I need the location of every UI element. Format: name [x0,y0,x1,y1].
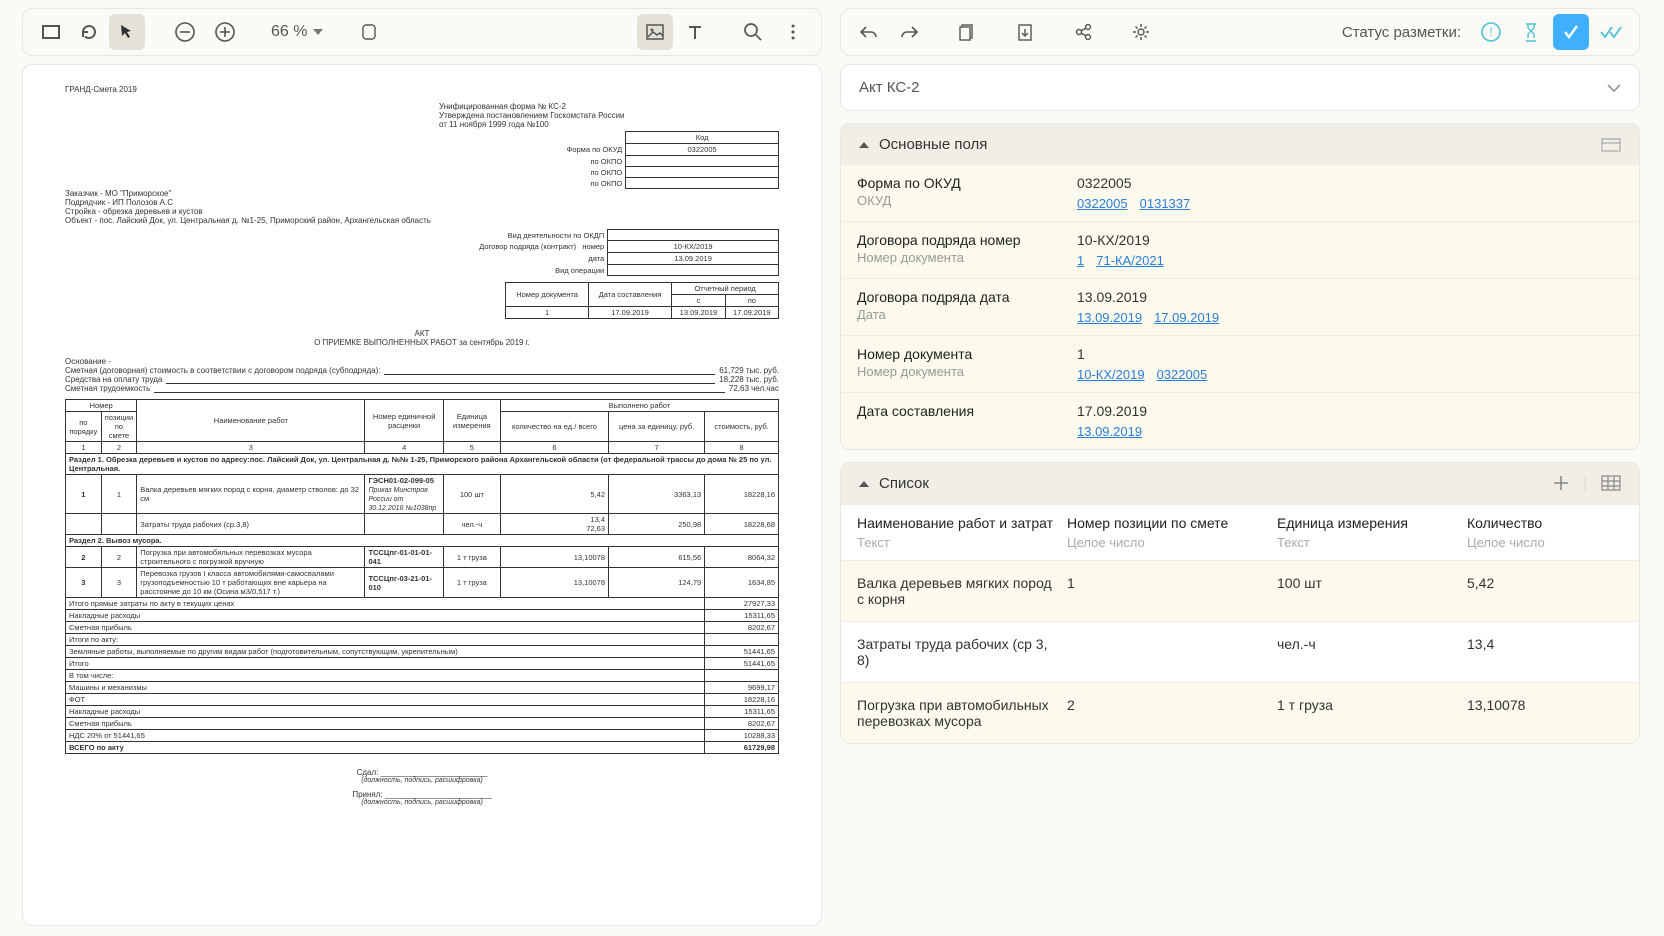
collapse-icon [859,142,869,148]
svg-text:!: ! [1489,25,1492,39]
field-alt-link[interactable]: 10-КХ/2019 [1077,367,1145,382]
field-alt-link[interactable]: 1 [1077,253,1084,268]
layout-icon[interactable] [1601,138,1621,152]
fit-tool[interactable] [351,14,387,50]
field-label: Договора подряда дата [857,289,1045,305]
panel-title: Акт КС-2 [859,79,920,96]
settings-icon[interactable] [1123,14,1159,50]
share-icon[interactable] [1065,14,1101,50]
field-sublabel: Дата [857,307,1045,322]
right-toolbar: Статус разметки: ! [840,8,1640,56]
list-section: Список | Наименование работ и затратТекс… [840,462,1640,744]
field-alt-link[interactable]: 13.09.2019 [1077,310,1142,325]
field-sublabel: Номер документа [857,364,1045,379]
field-label: Форма по ОКУД [857,175,1045,191]
field-row[interactable]: Дата составления 17.09.2019 13.09.2019 [841,392,1639,449]
list-cell: 2 [1067,697,1267,729]
add-row-icon[interactable] [1553,475,1569,492]
text-mode[interactable] [677,14,713,50]
section-header-main[interactable]: Основные поля [841,124,1639,165]
panel-title-bar[interactable]: Акт КС-2 [840,64,1640,111]
list-cell: Погрузка при автомобильных перевозках му… [857,697,1057,729]
chevron-down-icon [1607,84,1621,92]
zoom-in[interactable] [207,14,243,50]
field-row[interactable]: Форма по ОКУД ОКУД 0322005 0322005 0131337 [841,165,1639,221]
status-info[interactable]: ! [1473,14,1509,50]
list-cell [1067,636,1267,668]
zoom-out[interactable] [167,14,203,50]
list-cell: 13,4 [1467,636,1623,668]
status-done[interactable] [1553,14,1589,50]
field-sublabel: Номер документа [857,250,1045,265]
list-cell: 5,42 [1467,575,1623,607]
list-cell: 1 [1067,575,1267,607]
list-row[interactable]: Затраты труда рабочих (ср 3, 8) чел.-ч 13,… [841,621,1639,682]
field-row[interactable]: Договора подряда номер Номер документа 10-… [841,221,1639,278]
status-label: Статус разметки: [1342,24,1461,41]
rect-tool[interactable] [33,14,69,50]
list-column-headers: Наименование работ и затратТекст Номер п… [841,504,1639,560]
status-done-all[interactable] [1593,14,1629,50]
left-toolbar: 66 % [22,8,822,56]
table-layout-icon[interactable] [1601,475,1621,492]
field-label: Номер документа [857,346,1045,362]
section-header-list[interactable]: Список | [841,463,1639,504]
list-row[interactable]: Валка деревьев мягких пород с корня 1 100 … [841,560,1639,621]
field-label: Договора подряда номер [857,232,1045,248]
main-fields-section: Основные поля Форма по ОКУД ОКУД 0322005 03… [840,123,1640,450]
doc-page: ГРАНД-Смета 2019 Унифицированная форма №… [29,71,815,820]
field-value: 0322005 [1077,175,1623,191]
doc-copy-icon[interactable] [949,14,985,50]
data-panel: Акт КС-2 Основные поля Форма по ОКУД ОКУД… [840,64,1640,926]
list-cell: 1 т груза [1277,697,1457,729]
undo-icon[interactable] [851,14,887,50]
field-sublabel: ОКУД [857,193,1045,208]
list-cell: Затраты труда рабочих (ср 3, 8) [857,636,1057,668]
field-alt-link[interactable]: 71-КА/2021 [1096,253,1164,268]
doc-export-icon[interactable] [1007,14,1043,50]
field-row[interactable]: Договора подряда дата Дата 13.09.2019 13.09… [841,278,1639,335]
redo-icon[interactable] [891,14,927,50]
field-alt-link[interactable]: 0322005 [1157,367,1208,382]
list-cell: Валка деревьев мягких пород с корня [857,575,1057,607]
field-value: 13.09.2019 [1077,289,1623,305]
list-row[interactable]: Погрузка при автомобильных перевозках му… [841,682,1639,743]
list-cell: чел.-ч [1277,636,1457,668]
field-alt-link[interactable]: 17.09.2019 [1154,310,1219,325]
field-value: 10-КХ/2019 [1077,232,1623,248]
field-alt-link[interactable]: 0131337 [1140,196,1191,211]
field-alt-link[interactable]: 13.09.2019 [1077,424,1142,439]
field-value: 17.09.2019 [1077,403,1623,419]
field-alt-link[interactable]: 0322005 [1077,196,1128,211]
field-row[interactable]: Номер документа Номер документа 1 10-КХ/201… [841,335,1639,392]
collapse-icon [859,481,869,487]
list-cell: 13,10078 [1467,697,1623,729]
search-icon[interactable] [735,14,771,50]
field-value: 1 [1077,346,1623,362]
loop-tool[interactable] [71,14,107,50]
list-cell: 100 шт [1277,575,1457,607]
image-mode[interactable] [637,14,673,50]
more-icon[interactable] [775,14,811,50]
status-timer[interactable] [1513,14,1549,50]
document-preview: ГРАНД-Смета 2019 Унифицированная форма №… [22,64,822,926]
cursor-tool[interactable] [109,14,145,50]
field-label: Дата составления [857,403,1045,419]
zoom-level[interactable]: 66 % [265,23,329,41]
